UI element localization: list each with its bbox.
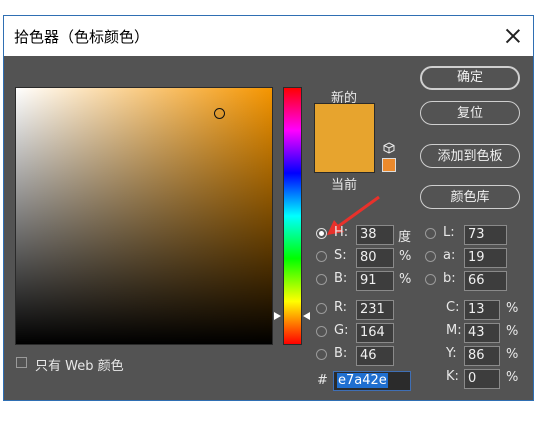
black-label: K:: [446, 369, 459, 384]
lab-a-radio[interactable]: [425, 251, 436, 262]
brightness-label: B:: [334, 271, 348, 286]
lab-b-label: b:: [443, 271, 456, 286]
hue-input[interactable]: 38: [356, 225, 394, 245]
brightness-radio[interactable]: [316, 274, 327, 285]
close-icon[interactable]: [497, 20, 529, 52]
out-of-gamut-cube-icon[interactable]: [383, 142, 395, 154]
magenta-label: M:: [446, 323, 462, 338]
lab-b-radio[interactable]: [425, 274, 436, 285]
lab-b-input[interactable]: 66: [464, 271, 507, 291]
red-label: R:: [334, 300, 348, 315]
reset-button[interactable]: 复位: [420, 101, 520, 125]
magenta-unit: %: [506, 324, 519, 339]
saturation-unit: %: [399, 249, 412, 264]
color-libraries-button[interactable]: 颜色库: [420, 185, 520, 209]
lab-a-input[interactable]: 19: [464, 248, 507, 268]
ok-button[interactable]: 确定: [420, 66, 520, 90]
hex-input[interactable]: e7a42e: [333, 371, 411, 391]
saturation-input[interactable]: 80: [356, 248, 394, 268]
blue-input[interactable]: 46: [356, 346, 394, 366]
brightness-unit: %: [399, 272, 412, 287]
saturation-label: S:: [334, 248, 347, 263]
color-picker-window: 拾色器（色标颜色） 新的 当前 确定 复位 添加到色板 颜色库 H: 38 度 …: [3, 15, 534, 401]
red-radio[interactable]: [316, 303, 327, 314]
blue-label: B:: [334, 346, 348, 361]
yellow-unit: %: [506, 347, 519, 362]
green-label: G:: [334, 323, 349, 338]
lab-a-label: a:: [443, 248, 456, 263]
hue-slider[interactable]: [283, 87, 302, 345]
black-input[interactable]: 0: [464, 369, 500, 389]
hex-prefix: #: [317, 373, 328, 388]
yellow-label: Y:: [446, 346, 457, 361]
current-color-label: 当前: [331, 178, 358, 193]
add-to-swatches-button[interactable]: 添加到色板: [420, 144, 520, 168]
magenta-input[interactable]: 43: [464, 323, 500, 343]
new-current-swatch[interactable]: [314, 103, 375, 173]
green-radio[interactable]: [316, 326, 327, 337]
cyan-label: C:: [446, 300, 460, 315]
green-input[interactable]: 164: [356, 323, 394, 343]
hue-slider-right-handle-icon[interactable]: [303, 312, 310, 320]
color-picker-circle[interactable]: [214, 108, 225, 119]
hue-label: H:: [334, 225, 349, 240]
title-bar: 拾色器（色标颜色）: [4, 16, 533, 56]
lab-l-label: L:: [443, 225, 455, 240]
lab-l-radio[interactable]: [425, 228, 436, 239]
brightness-input[interactable]: 91: [356, 271, 394, 291]
saturation-radio[interactable]: [316, 251, 327, 262]
blue-radio[interactable]: [316, 349, 327, 360]
web-only-label: 只有 Web 颜色: [35, 359, 124, 374]
lab-l-input[interactable]: 73: [464, 225, 507, 245]
hue-slider-left-handle-icon[interactable]: [274, 312, 281, 320]
cyan-unit: %: [506, 301, 519, 316]
cyan-input[interactable]: 13: [464, 300, 500, 320]
color-field[interactable]: [15, 87, 273, 345]
web-only-checkbox[interactable]: [16, 357, 27, 368]
yellow-input[interactable]: 86: [464, 346, 500, 366]
hex-value: e7a42e: [337, 373, 388, 388]
red-input[interactable]: 231: [356, 300, 394, 320]
black-unit: %: [506, 370, 519, 385]
hue-radio[interactable]: [316, 228, 327, 239]
web-safe-swatch[interactable]: [382, 158, 396, 172]
hue-unit: 度: [398, 230, 412, 245]
window-title: 拾色器（色标颜色）: [14, 28, 150, 46]
